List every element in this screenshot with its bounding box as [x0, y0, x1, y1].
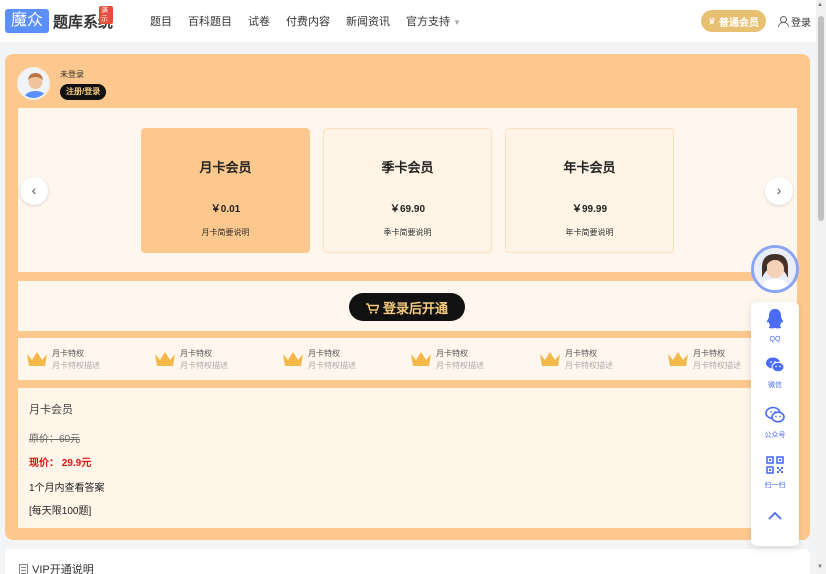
crown-icon: ♛ [707, 15, 717, 26]
cart-icon [365, 302, 380, 314]
perk-item: 月卡特权 月卡特权描述 [154, 346, 264, 372]
vip-level-label: 普通会员 [719, 17, 760, 29]
main-nav: 题目 百科题目 试卷 付费内容 新闻资讯 官方支持 ▼ [150, 0, 477, 42]
nav-item-official-support-label: 官方支持 [406, 16, 450, 28]
login-label: 登录 [791, 18, 811, 29]
perk-title: 月卡特权 [693, 349, 725, 358]
customer-service-avatar[interactable] [751, 245, 799, 293]
plan-name: 季卡会员 [381, 160, 434, 175]
top-navbar: 魔众 题库系统 演示 题目 百科题目 试卷 付费内容 新闻资讯 官方支持 ▼ ♛ … [0, 0, 816, 42]
scroll-up-icon[interactable]: ▲ [817, 2, 823, 8]
perk-desc: 月卡特权描述 [180, 361, 228, 370]
perk-title: 月卡特权 [180, 349, 212, 358]
crown-icon [540, 352, 560, 366]
crown-icon [283, 352, 303, 366]
crown-icon [411, 352, 431, 366]
detail-plan-name: 月卡会员 [29, 404, 73, 416]
vip-instructions-heading: VIP开通说明 [19, 561, 94, 574]
plan-card-quarterly[interactable]: 季卡会员 ￥69.90 季卡简要说明 [323, 128, 492, 253]
perks-row: 月卡特权 月卡特权描述 月卡特权 月卡特权描述 月卡特权 月卡特权描述 月卡特权… [18, 338, 797, 380]
perk-item: 月卡特权 月卡特权描述 [539, 346, 649, 372]
plan-price: ￥99.99 [571, 204, 608, 215]
plan-price: ￥69.90 [389, 204, 426, 215]
plan-name: 年卡会员 [563, 160, 616, 175]
wechat-contact-button[interactable]: 微信 [751, 356, 799, 390]
login-to-open-label: 登录后开通 [382, 300, 448, 316]
plan-desc: 年卡简要说明 [565, 228, 614, 237]
original-price: 原价：60元 [29, 434, 81, 445]
logo-box: 魔众 [5, 9, 50, 33]
official-account-label: 公众号 [764, 432, 786, 439]
perk-title: 月卡特权 [308, 349, 340, 358]
register-login-button[interactable]: 注册/登录 [60, 84, 107, 100]
qq-label: QQ [769, 336, 781, 343]
current-price: 现价： 29.9元 [29, 458, 92, 469]
plan-price: ￥0.01 [210, 204, 241, 215]
perk-desc: 月卡特权描述 [436, 361, 484, 370]
chevron-right-icon: › [776, 182, 782, 198]
floating-toolbar: QQ 微信 公众号 扫一扫 [751, 302, 799, 546]
demo-badge: 演示 [99, 6, 114, 24]
login-status: 未登录 [60, 70, 84, 79]
user-icon [778, 16, 789, 27]
vip-instructions-section: VIP开通说明 [5, 549, 810, 574]
perk-desc: 月卡特权描述 [693, 361, 741, 370]
official-account-icon [765, 406, 785, 423]
scrollbar-thumb[interactable] [818, 16, 824, 221]
official-account-button[interactable]: 公众号 [751, 406, 799, 440]
login-link[interactable]: 登录 [778, 14, 811, 29]
document-icon [19, 563, 28, 574]
perk-title: 月卡特权 [565, 349, 597, 358]
user-avatar[interactable] [17, 67, 50, 100]
crown-icon [27, 352, 47, 366]
perk-title: 月卡特权 [52, 349, 84, 358]
nav-item-official-support[interactable]: 官方支持 ▼ [406, 13, 461, 29]
plan-card-yearly[interactable]: 年卡会员 ￥99.99 年卡简要说明 [505, 128, 674, 253]
carousel-next-button[interactable]: › [765, 177, 793, 205]
plan-desc: 季卡简要说明 [383, 228, 432, 237]
detail-benefit: 1个月内查看答案 [29, 483, 105, 494]
perk-item: 月卡特权 月卡特权描述 [282, 346, 392, 372]
perk-item: 月卡特权 月卡特权描述 [26, 346, 136, 372]
crown-icon [668, 352, 688, 366]
nav-item-questions[interactable]: 题目 [150, 13, 172, 29]
scroll-down-icon[interactable]: ▼ [817, 564, 823, 570]
qq-contact-button[interactable]: QQ [751, 308, 799, 343]
nav-item-papers[interactable]: 试卷 [248, 13, 270, 29]
wechat-icon [766, 357, 785, 373]
chevron-down-icon: ▼ [453, 18, 461, 27]
vip-level-button[interactable]: ♛ 普通会员 [701, 10, 766, 32]
plans-carousel: 月卡会员 ￥0.01 月卡简要说明 季卡会员 ￥69.90 季卡简要说明 年卡会… [18, 108, 797, 272]
nav-item-paid-content[interactable]: 付费内容 [286, 13, 330, 29]
qq-icon [767, 309, 783, 329]
perk-desc: 月卡特权描述 [52, 361, 100, 370]
vip-instructions-title: VIP开通说明 [32, 564, 94, 574]
chevron-up-icon [768, 511, 782, 520]
nav-item-news[interactable]: 新闻资讯 [346, 13, 390, 29]
plan-detail-panel [18, 388, 797, 528]
chevron-left-icon: ‹ [31, 182, 37, 198]
scan-label: 扫一扫 [764, 482, 786, 489]
wechat-label: 微信 [768, 382, 782, 389]
perk-item: 月卡特权 月卡特权描述 [410, 346, 520, 372]
detail-limit: [每天限100题] [29, 506, 92, 517]
plan-name: 月卡会员 [199, 160, 252, 175]
perk-title: 月卡特权 [436, 349, 468, 358]
crown-icon [155, 352, 175, 366]
plan-desc: 月卡简要说明 [201, 228, 250, 237]
back-to-top-button[interactable] [751, 507, 799, 523]
plan-card-monthly[interactable]: 月卡会员 ￥0.01 月卡简要说明 [141, 128, 310, 253]
qr-code-icon [766, 456, 784, 474]
nav-item-wiki-questions[interactable]: 百科题目 [188, 13, 232, 29]
scan-qr-button[interactable]: 扫一扫 [751, 456, 799, 490]
site-logo[interactable]: 魔众 题库系统 演示 [5, 6, 114, 33]
perk-desc: 月卡特权描述 [308, 361, 356, 370]
login-to-open-button[interactable]: 登录后开通 [349, 293, 465, 321]
perk-desc: 月卡特权描述 [565, 361, 613, 370]
carousel-prev-button[interactable]: ‹ [20, 177, 48, 205]
